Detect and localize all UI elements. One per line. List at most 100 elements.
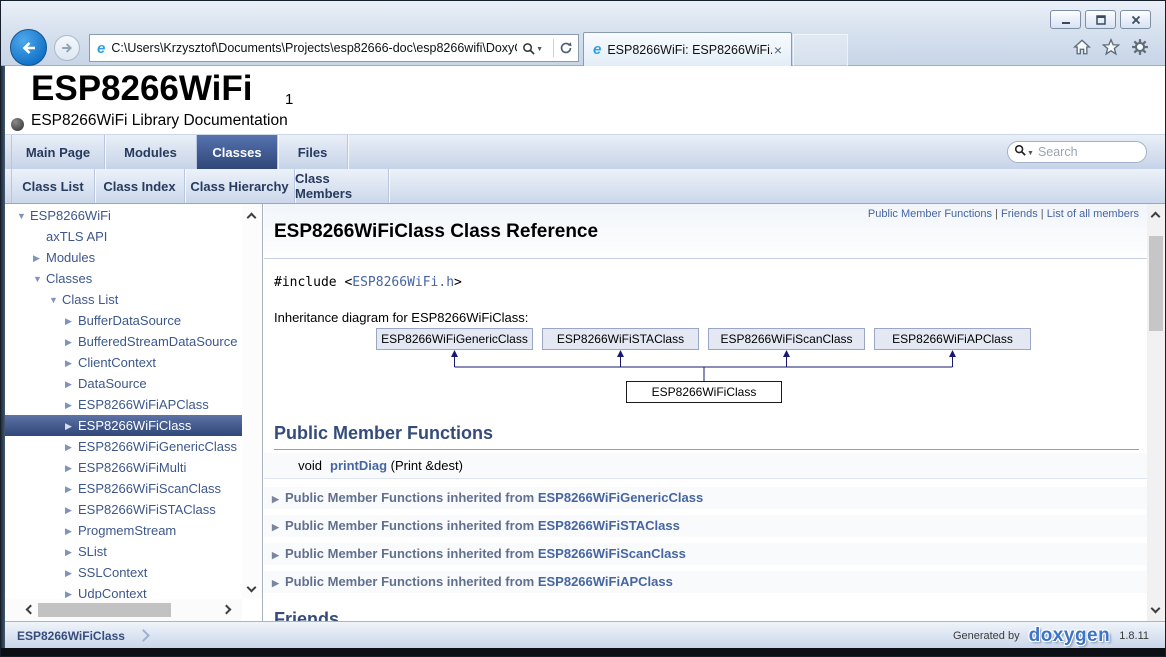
tree-expand-icon[interactable]: ▶ [65, 353, 78, 374]
scroll-left-icon[interactable] [26, 605, 36, 615]
scroll-up-icon[interactable] [1151, 212, 1161, 222]
tree-expand-icon[interactable]: ▶ [65, 500, 78, 521]
inherited-class-link[interactable]: ESP8266WiFiAPClass [538, 574, 673, 589]
tab-class-list[interactable]: Class List [11, 169, 95, 203]
scroll-right-icon[interactable] [222, 605, 232, 615]
summary-link-friends[interactable]: Friends [1001, 208, 1038, 220]
tab-class-hierarchy[interactable]: Class Hierarchy [185, 169, 295, 203]
diagram-box-staclass[interactable]: ESP8266WiFiSTAClass [542, 328, 699, 350]
tab-close-icon[interactable]: × [772, 43, 784, 57]
tree-collapse-icon[interactable]: ▼ [49, 290, 62, 311]
tree-expand-icon[interactable]: ▶ [65, 374, 78, 395]
tree-item-esp8266wifigenericclass[interactable]: ▶ESP8266WiFiGenericClass [5, 436, 242, 457]
scroll-up-icon[interactable] [247, 213, 257, 223]
sidebar-vertical-scrollbar[interactable] [242, 204, 262, 599]
tree-item-class-list[interactable]: ▼Class List [5, 289, 242, 310]
minimize-button[interactable] [1050, 10, 1081, 29]
tree-expand-icon[interactable]: ▶ [65, 542, 78, 563]
inherited-class-link[interactable]: ESP8266WiFiSTAClass [538, 518, 680, 533]
navigation-tree: ▼ESP8266WiFi axTLS API ▶Modules ▼Classes… [5, 204, 263, 621]
tree-item-progmemstream[interactable]: ▶ProgmemStream [5, 520, 242, 541]
maximize-button[interactable] [1085, 10, 1116, 29]
tree-item-bufferdatasource[interactable]: ▶BufferDataSource [5, 310, 242, 331]
tree-item-axtls-api[interactable]: axTLS API [5, 226, 242, 247]
project-subtitle: ESP8266WiFi Library Documentation [31, 112, 288, 130]
doxygen-logo[interactable]: doxygen [1026, 625, 1114, 647]
search-icon[interactable] [1014, 143, 1026, 161]
tab-classes[interactable]: Classes [197, 135, 278, 169]
home-icon[interactable] [1073, 38, 1091, 61]
new-tab-button[interactable] [793, 34, 848, 66]
tree-expand-icon[interactable]: ▶ [65, 479, 78, 500]
sidebar-horizontal-scrollbar[interactable] [5, 599, 242, 621]
expand-icon[interactable]: ▶ [272, 488, 285, 510]
tree-item-esp8266wifi[interactable]: ▼ESP8266WiFi [5, 205, 242, 226]
tree-expand-icon[interactable]: ▶ [65, 563, 78, 584]
inherited-section-staclass: ▶Public Member Functions inherited from … [264, 515, 1147, 537]
expand-icon[interactable]: ▶ [272, 544, 285, 566]
expand-icon[interactable]: ▶ [272, 572, 285, 594]
address-bar[interactable]: e C:\Users\Krzysztof\Documents\Projects\… [89, 34, 579, 62]
tree-item-modules[interactable]: ▶Modules [5, 247, 242, 268]
close-button[interactable] [1120, 10, 1151, 29]
search-box[interactable]: ▼ [1007, 141, 1147, 163]
tree-item-esp8266wifiapclass[interactable]: ▶ESP8266WiFiAPClass [5, 394, 242, 415]
tree-item-esp8266wificlass-selected[interactable]: ▶ESP8266WiFiClass [5, 415, 242, 436]
tree-expand-icon[interactable]: ▶ [65, 458, 78, 479]
back-button[interactable] [10, 29, 47, 66]
diagram-box-scanclass[interactable]: ESP8266WiFiScanClass [708, 328, 865, 350]
tree-collapse-icon[interactable]: ▼ [17, 206, 30, 227]
tree-expand-icon[interactable]: ▶ [65, 395, 78, 416]
tree-item-classes[interactable]: ▼Classes [5, 268, 242, 289]
tab-main-page[interactable]: Main Page [11, 135, 105, 169]
member-link-printdiag[interactable]: printDiag [330, 458, 387, 473]
addressbar-divider [553, 39, 554, 57]
settings-gear-icon[interactable] [1131, 38, 1149, 61]
tree-item-datasource[interactable]: ▶DataSource [5, 373, 242, 394]
expand-icon[interactable]: ▶ [272, 516, 285, 538]
forward-button[interactable] [54, 35, 80, 61]
tree-expand-icon[interactable]: ▶ [65, 416, 78, 437]
tree-item-slist[interactable]: ▶SList [5, 541, 242, 562]
tab-class-members[interactable]: Class Members [295, 169, 389, 203]
search-dropdown-caret[interactable]: ▼ [536, 46, 543, 53]
scroll-down-icon[interactable] [1151, 604, 1161, 614]
scroll-down-icon[interactable] [247, 583, 257, 593]
tree-expand-icon[interactable]: ▶ [33, 248, 46, 269]
diagram-box-apclass[interactable]: ESP8266WiFiAPClass [874, 328, 1031, 350]
summary-link-public-members[interactable]: Public Member Functions [868, 208, 992, 220]
tree-expand-icon[interactable]: ▶ [65, 437, 78, 458]
tree-item-esp8266wifistaclass[interactable]: ▶ESP8266WiFiSTAClass [5, 499, 242, 520]
tree-expand-icon[interactable]: ▶ [65, 311, 78, 332]
search-icon[interactable] [522, 42, 535, 55]
tree-collapse-icon[interactable]: ▼ [33, 269, 46, 290]
inherited-class-link[interactable]: ESP8266WiFiGenericClass [538, 490, 703, 505]
generated-by-label: Generated by [953, 630, 1020, 642]
window-controls [1050, 10, 1151, 29]
tree-item-esp8266wifimulti[interactable]: ▶ESP8266WiFiMulti [5, 457, 242, 478]
tree-expand-icon[interactable]: ▶ [65, 521, 78, 542]
scrollbar-thumb[interactable] [1149, 236, 1163, 331]
diagram-box-genericclass[interactable]: ESP8266WiFiGenericClass [376, 328, 533, 350]
tab-modules[interactable]: Modules [105, 135, 197, 169]
tree-item-bufferedstreamdatasource[interactable]: ▶BufferedStreamDataSource [5, 331, 242, 352]
search-input[interactable] [1038, 145, 1128, 159]
favorites-star-icon[interactable] [1102, 38, 1120, 61]
inherited-class-link[interactable]: ESP8266WiFiScanClass [538, 546, 686, 561]
refresh-icon[interactable] [559, 41, 573, 55]
project-logo-icon [11, 118, 24, 131]
breadcrumb-link-esp8266wificlass[interactable]: ESP8266WiFiClass [17, 629, 125, 643]
tree-item-clientcontext[interactable]: ▶ClientContext [5, 352, 242, 373]
summary-link-all-members[interactable]: List of all members [1047, 208, 1139, 220]
browser-tab[interactable]: e ESP8266WiFi: ESP8266WiFi... × [583, 32, 792, 66]
tab-favicon: e [593, 42, 601, 57]
tree-item-sslcontext[interactable]: ▶SSLContext [5, 562, 242, 583]
tree-item-esp8266wifiscanclass[interactable]: ▶ESP8266WiFiScanClass [5, 478, 242, 499]
include-file-link[interactable]: ESP8266WiFi.h [352, 275, 454, 290]
tab-class-index[interactable]: Class Index [95, 169, 185, 203]
search-filter-caret[interactable]: ▼ [1027, 150, 1034, 157]
scrollbar-thumb[interactable] [38, 603, 171, 617]
tab-files[interactable]: Files [278, 135, 348, 169]
tree-expand-icon[interactable]: ▶ [65, 332, 78, 353]
content-vertical-scrollbar[interactable] [1147, 204, 1165, 621]
